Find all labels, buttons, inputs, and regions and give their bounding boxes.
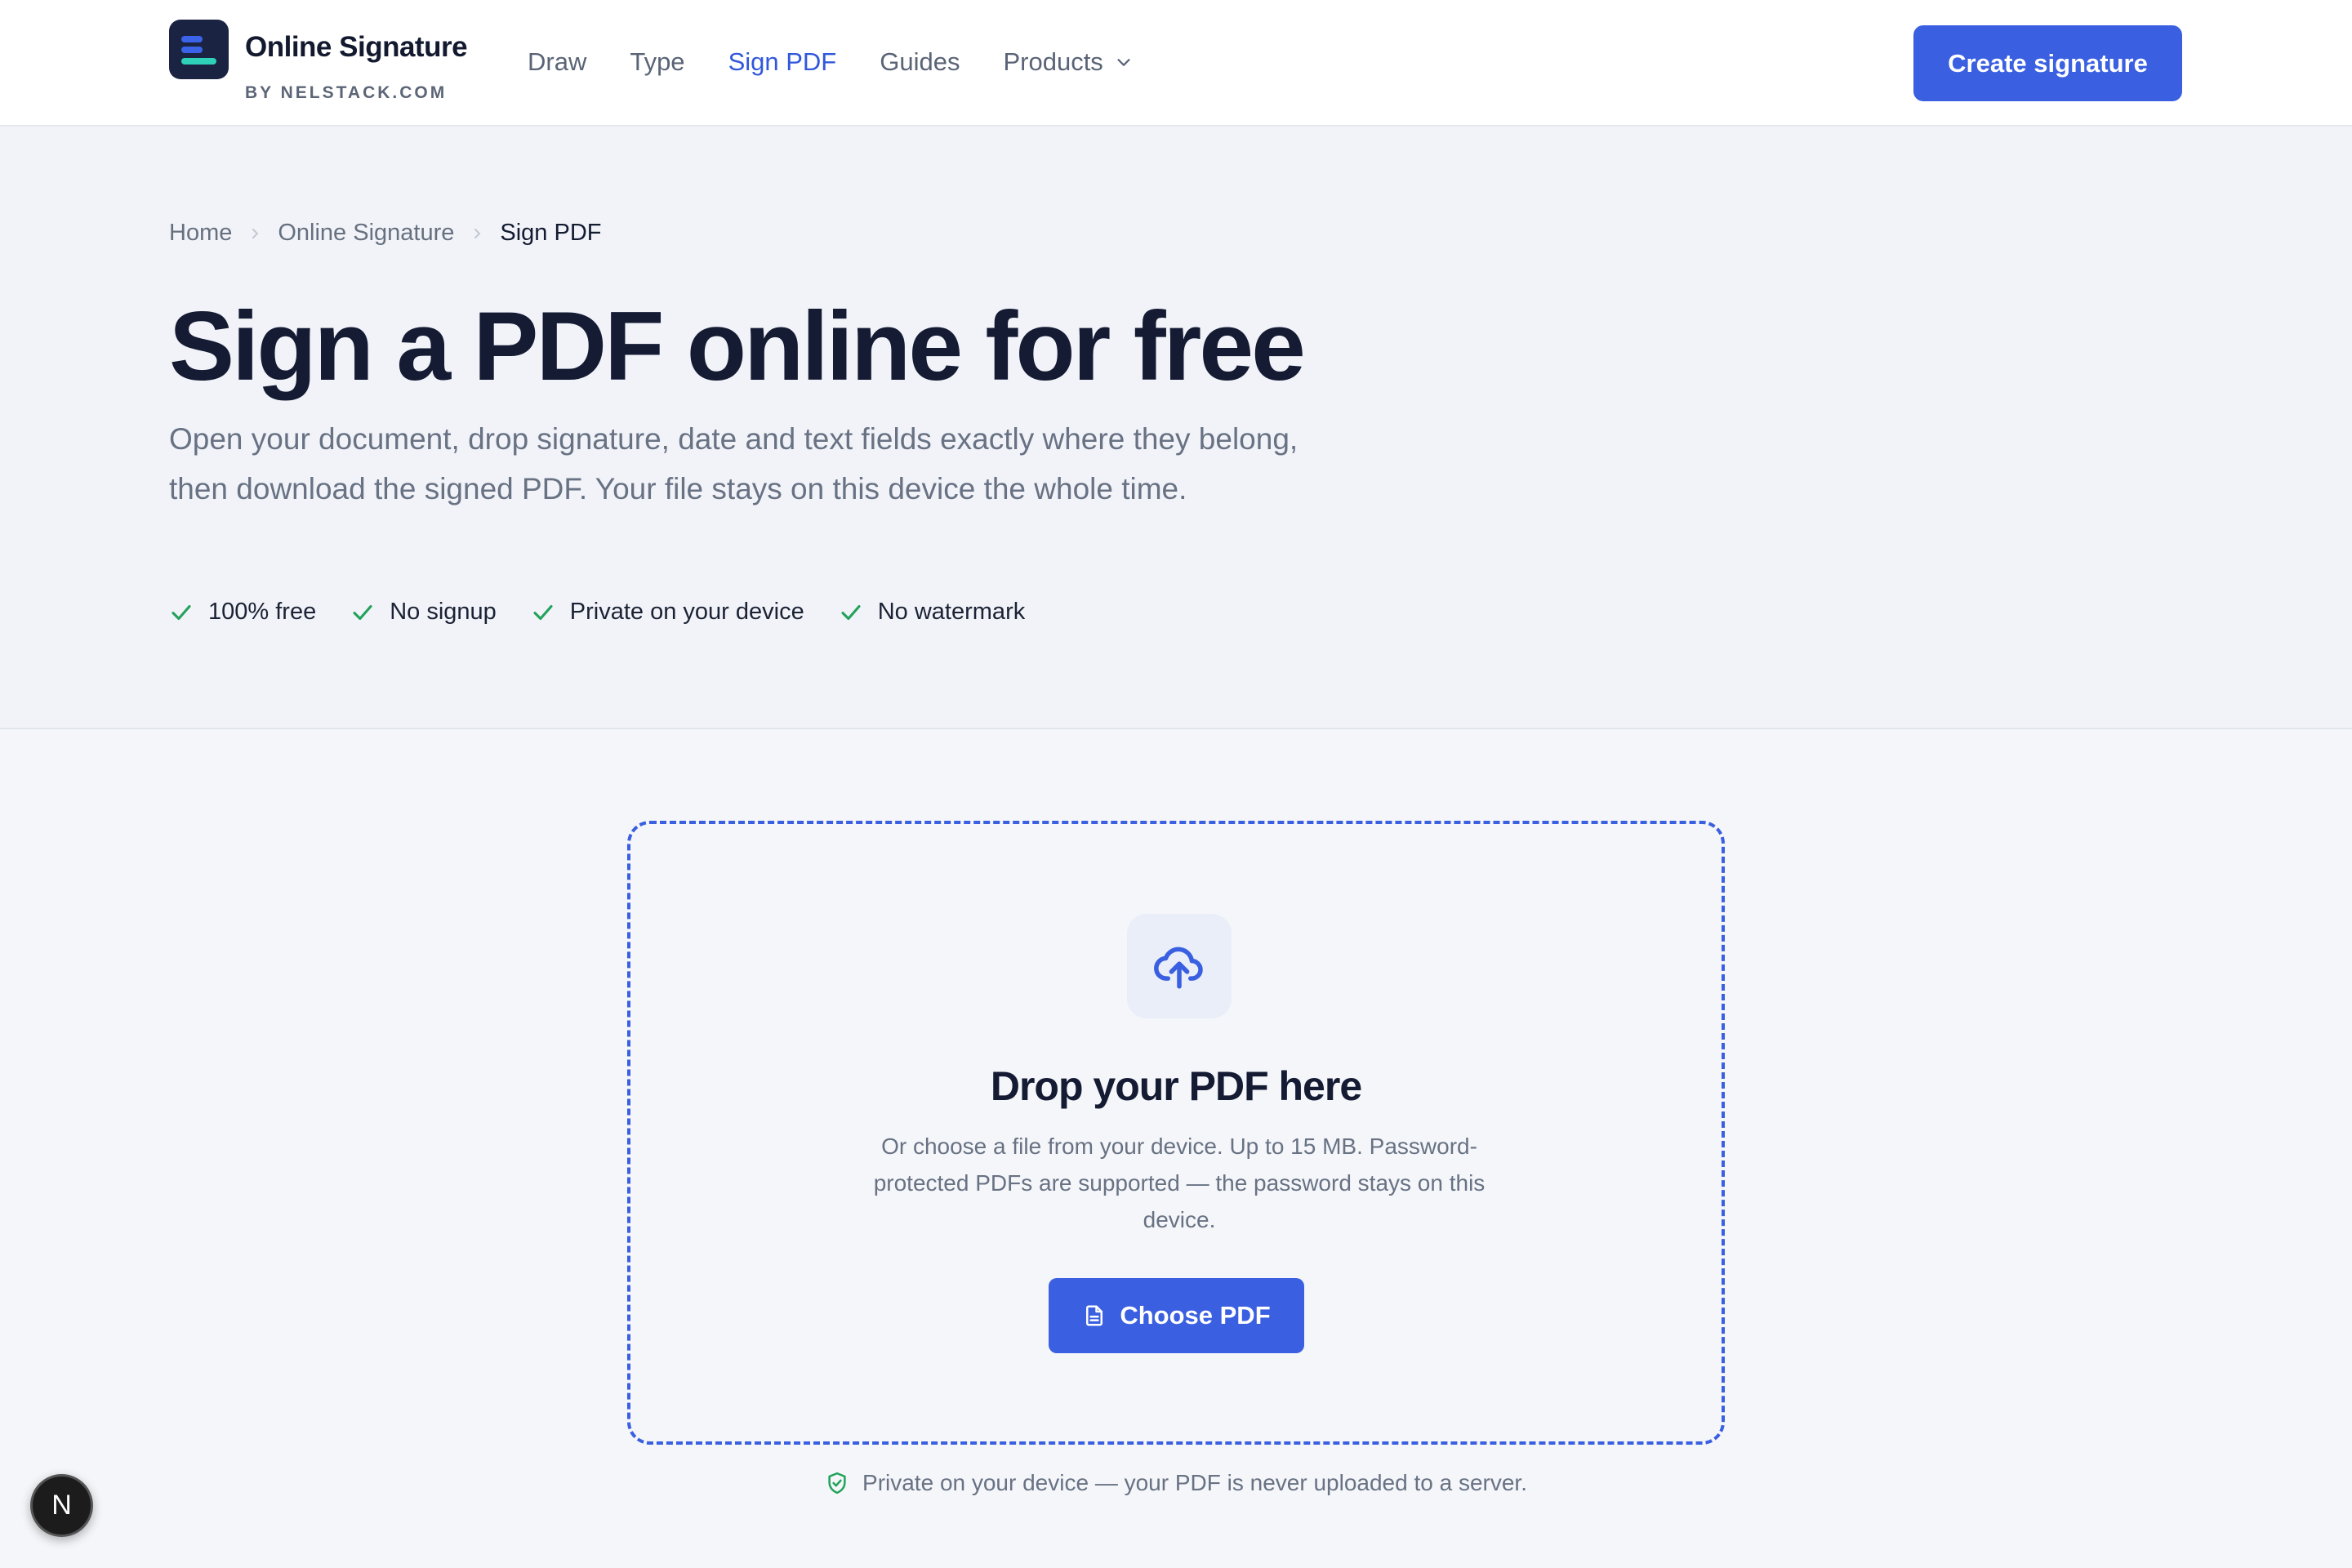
- feature-label: Private on your device: [569, 599, 804, 625]
- nav-products-label: Products: [1003, 47, 1103, 76]
- breadcrumb-home[interactable]: Home: [169, 220, 232, 247]
- page-title: Sign a PDF online for free: [169, 292, 1306, 401]
- dev-tools-badge[interactable]: N: [30, 1474, 93, 1537]
- nav-link-draw[interactable]: Draw: [528, 47, 586, 77]
- breadcrumb-online-signature[interactable]: Online Signature: [278, 220, 454, 247]
- brand-byline: BY NELSTACK.COM: [245, 83, 448, 102]
- feature-item: 100% free: [169, 599, 316, 626]
- nav-products-dropdown[interactable]: Products: [1003, 47, 1132, 77]
- main-nav: Draw Type Sign PDF Guides Products: [528, 44, 1176, 80]
- upload-icon-badge: [1127, 914, 1232, 1018]
- brand-name: Online Signature: [245, 31, 468, 63]
- privacy-note: Private on your device — your PDF is nev…: [0, 1470, 2352, 1496]
- nav-link-type[interactable]: Type: [630, 47, 684, 77]
- logo-icon: [169, 20, 229, 79]
- feature-label: No watermark: [877, 599, 1026, 625]
- dropzone-description: Or choose a file from your device. Up to…: [873, 1134, 1486, 1232]
- choose-pdf-label: Choose PDF: [1120, 1301, 1271, 1330]
- breadcrumb-current: Sign PDF: [500, 220, 602, 246]
- feature-item: No watermark: [839, 599, 1026, 626]
- choose-pdf-button[interactable]: Choose PDF: [1049, 1278, 1304, 1353]
- chevron-right-icon: [474, 228, 481, 238]
- nav-link-sign-pdf[interactable]: Sign PDF: [728, 47, 837, 77]
- check-icon: [533, 604, 553, 620]
- check-icon: [841, 604, 861, 620]
- feature-item: Private on your device: [531, 599, 804, 626]
- feature-item: No signup: [350, 599, 497, 626]
- brand-logo-link[interactable]: Online Signature BY NELSTACK.COM: [169, 20, 479, 109]
- hero-section: Home Online Signature Sign PDF Sign a PD…: [0, 127, 2352, 729]
- chevron-right-icon: [252, 228, 259, 238]
- dropzone-title: Drop your PDF here: [990, 1063, 1362, 1109]
- privacy-note-text: Private on your device — your PDF is nev…: [862, 1470, 1527, 1495]
- shield-check-icon: [828, 1472, 846, 1494]
- file-icon: [1086, 1305, 1103, 1326]
- check-icon: [353, 604, 372, 620]
- create-signature-button[interactable]: Create signature: [1913, 25, 2182, 101]
- breadcrumb: Home Online Signature Sign PDF: [169, 220, 602, 247]
- check-icon: [172, 604, 191, 620]
- cloud-upload-icon: [1154, 947, 1203, 989]
- chevron-down-icon: [1117, 59, 1130, 66]
- feature-list: 100% free No signup Private on your devi…: [169, 599, 1059, 626]
- pdf-dropzone[interactable]: Drop your PDF here Or choose a file from…: [627, 821, 1725, 1445]
- feature-label: No signup: [390, 599, 497, 625]
- nav-link-guides[interactable]: Guides: [880, 47, 960, 77]
- page-description: Open your document, drop signature, date…: [169, 422, 1298, 506]
- feature-label: 100% free: [208, 599, 317, 625]
- site-header: Online Signature BY NELSTACK.COM Draw Ty…: [0, 0, 2352, 127]
